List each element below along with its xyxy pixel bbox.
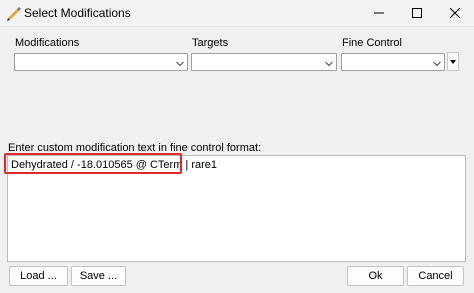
maximize-icon: [412, 8, 422, 18]
custom-text-label: Enter custom modification text in fine c…: [8, 142, 262, 154]
maximize-button[interactable]: [398, 0, 436, 26]
close-icon: [450, 8, 460, 18]
minimize-button[interactable]: [360, 0, 398, 26]
custom-modification-textarea[interactable]: Dehydrated / -18.010565 @ CTerm | rare1: [7, 155, 466, 262]
caret-down-icon: [450, 59, 456, 64]
fine-control-dropdown[interactable]: [341, 53, 445, 71]
ok-button[interactable]: Ok: [347, 266, 404, 286]
fine-control-label: Fine Control: [342, 37, 402, 49]
targets-label: Targets: [192, 37, 229, 49]
load-button[interactable]: Load ...: [9, 266, 68, 286]
select-modifications-dialog: Select Modifications Modifications Targe…: [0, 0, 474, 293]
modifications-label: Modifications: [15, 37, 80, 49]
pencil-app-icon: [6, 5, 22, 21]
custom-modification-text: Dehydrated / -18.010565 @ CTerm | rare1: [11, 159, 218, 171]
modifications-dropdown[interactable]: [14, 53, 188, 71]
chevron-down-icon: [176, 58, 184, 70]
minimize-icon: [374, 12, 384, 14]
chevron-down-icon: [433, 58, 441, 70]
targets-dropdown[interactable]: [191, 53, 337, 71]
cancel-button[interactable]: Cancel: [407, 266, 464, 286]
close-button[interactable]: [436, 0, 474, 26]
fine-control-menu-button[interactable]: [447, 52, 459, 71]
save-button[interactable]: Save ...: [71, 266, 126, 286]
chevron-down-icon: [325, 58, 333, 70]
window-title: Select Modifications: [24, 6, 131, 20]
title-bar: Select Modifications: [0, 0, 474, 27]
